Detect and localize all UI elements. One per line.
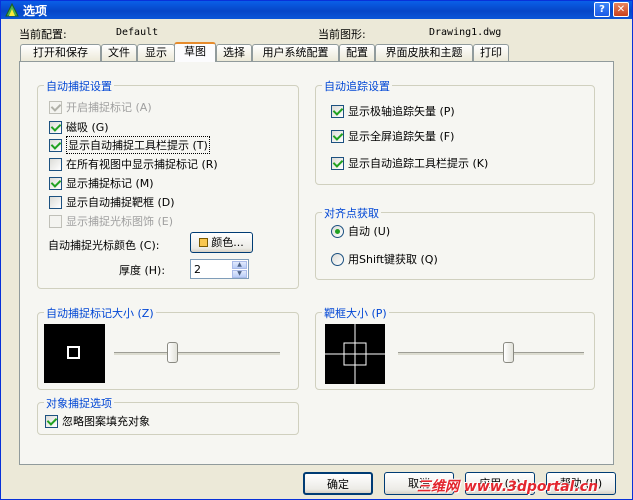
- aperture-crosshair-icon: [325, 324, 385, 384]
- checkbox-icon: [49, 138, 62, 152]
- marker-square-icon: [67, 346, 80, 359]
- polar-vector-label: 显示极轴追踪矢量 (P): [348, 105, 455, 118]
- checkbox-icon: [49, 214, 62, 228]
- checkbox-icon: [49, 120, 62, 134]
- current-profile-value: Default: [116, 27, 159, 38]
- tab-plot[interactable]: 打印: [473, 44, 509, 61]
- thickness-value: 2: [194, 263, 201, 276]
- checkbox-icon: [49, 176, 62, 190]
- checkbox-icon: [45, 414, 58, 428]
- all-viewports-marker-label: 在所有视图中显示捕捉标记 (R): [66, 158, 218, 171]
- aperture-size-title: 靶框大小 (P): [322, 305, 389, 321]
- aperture-box-label: 显示自动捕捉靶框 (D): [66, 196, 175, 209]
- magnet-label: 磁吸 (G): [66, 121, 109, 134]
- ok-button[interactable]: 确定: [303, 472, 373, 495]
- alignment-title: 对齐点获取: [322, 205, 381, 221]
- display-marker-label: 显示捕捉标记 (M): [66, 177, 154, 190]
- autosnap-tooltip-checkbox[interactable]: 显示自动捕捉工具栏提示 (T): [49, 136, 210, 154]
- marker-size-title: 自动捕捉标记大小 (Z): [44, 305, 156, 321]
- autotrack-tooltip-label: 显示自动追踪工具栏提示 (K): [348, 157, 489, 170]
- aperture-size-track: [398, 352, 584, 355]
- fullscreen-vector-label: 显示全屏追踪矢量 (F): [348, 130, 455, 143]
- tab-skin-theme[interactable]: 界面皮肤和主题: [375, 44, 473, 61]
- all-viewports-marker-checkbox[interactable]: 在所有视图中显示捕捉标记 (R): [49, 157, 218, 171]
- checkbox-icon: [331, 104, 344, 118]
- close-icon[interactable]: ✕: [613, 2, 629, 17]
- radio-icon: [331, 252, 344, 266]
- magnet-checkbox[interactable]: 磁吸 (G): [49, 120, 109, 134]
- shift-radio-label: 用Shift键获取 (Q): [348, 253, 438, 266]
- window-title: 选项: [23, 4, 48, 18]
- radio-icon: [331, 224, 344, 238]
- thickness-label: 厚度 (H):: [119, 264, 166, 277]
- title-bar[interactable]: 选项 ? ✕: [1, 1, 632, 19]
- marker-label: 开启捕捉标记 (A): [66, 101, 152, 114]
- auto-radio[interactable]: 自动 (U): [331, 224, 390, 238]
- ignore-hatch-label: 忽略图案填充对象: [62, 415, 150, 428]
- tab-user-preferences[interactable]: 用户系统配置: [252, 44, 339, 61]
- current-drawing-label: 当前图形:: [318, 28, 366, 41]
- marker-preview: [44, 324, 105, 383]
- polar-vector-checkbox[interactable]: 显示极轴追踪矢量 (P): [331, 104, 455, 118]
- shift-radio[interactable]: 用Shift键获取 (Q): [331, 252, 438, 266]
- checkbox-icon: [49, 100, 62, 114]
- thickness-spinner[interactable]: 2 ▲ ▼: [190, 259, 249, 279]
- aperture-box-checkbox[interactable]: 显示自动捕捉靶框 (D): [49, 195, 175, 209]
- color-button[interactable]: 颜色...: [190, 232, 253, 253]
- marker-checkbox[interactable]: 开启捕捉标记 (A): [49, 100, 152, 114]
- checkbox-icon: [331, 156, 344, 170]
- marker-color-label: 自动捕捉光标颜色 (C):: [48, 239, 160, 252]
- tab-open-save[interactable]: 打开和保存: [20, 44, 101, 61]
- options-dialog: 选项 ? ✕ 当前配置: Default 当前图形: Drawing1.dwg …: [0, 0, 633, 500]
- color-swatch: [199, 238, 209, 247]
- tab-drafting[interactable]: 草图: [174, 42, 216, 62]
- aperture-preview: [325, 324, 385, 384]
- current-drawing-value: Drawing1.dwg: [429, 27, 502, 38]
- current-profile-label: 当前配置:: [19, 28, 67, 41]
- spin-up-icon[interactable]: ▲: [232, 261, 247, 269]
- display-marker-checkbox[interactable]: 显示捕捉标记 (M): [49, 176, 154, 190]
- auto-radio-label: 自动 (U): [348, 225, 391, 238]
- ignore-hatch-checkbox[interactable]: 忽略图案填充对象: [45, 414, 150, 428]
- watermark: 三维网 www.3dportal.cn: [417, 479, 598, 495]
- app-icon: [5, 3, 19, 17]
- marker-size-track: [114, 352, 280, 355]
- cursor-badge-checkbox[interactable]: 显示捕捉光标图饰 (E): [49, 214, 173, 228]
- help-icon[interactable]: ?: [594, 2, 610, 17]
- aperture-size-slider[interactable]: [503, 342, 514, 363]
- autosnap-tooltip-label: 显示自动捕捉工具栏提示 (T): [66, 136, 210, 154]
- marker-size-slider[interactable]: [166, 342, 178, 363]
- autotrack-settings-title: 自动追踪设置: [322, 78, 392, 94]
- autosnap-settings-title: 自动捕捉设置: [44, 78, 114, 94]
- tab-display[interactable]: 显示: [137, 44, 175, 61]
- tab-files[interactable]: 文件: [101, 44, 137, 61]
- tab-profiles[interactable]: 配置: [339, 44, 375, 61]
- cursor-badge-label: 显示捕捉光标图饰 (E): [66, 215, 174, 228]
- checkbox-icon: [49, 157, 62, 171]
- tab-selection[interactable]: 选择: [216, 44, 252, 61]
- fullscreen-vector-checkbox[interactable]: 显示全屏追踪矢量 (F): [331, 129, 454, 143]
- checkbox-icon: [331, 129, 344, 143]
- autotrack-tooltip-checkbox[interactable]: 显示自动追踪工具栏提示 (K): [331, 156, 488, 170]
- checkbox-icon: [49, 195, 62, 209]
- spin-down-icon[interactable]: ▼: [232, 270, 247, 278]
- object-snap-title: 对象捕捉选项: [44, 395, 114, 411]
